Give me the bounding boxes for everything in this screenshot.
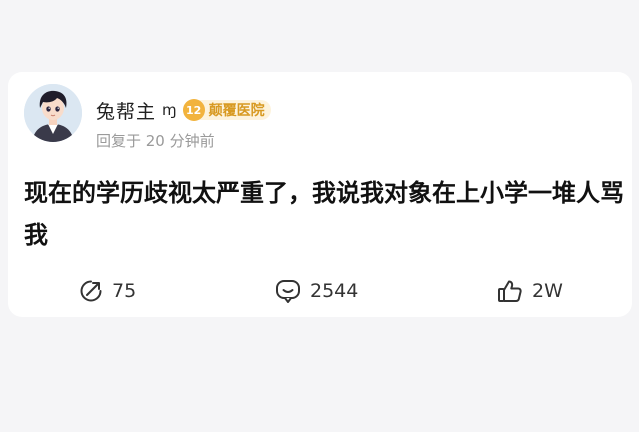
level-badge[interactable]: 12 颠覆医院 <box>182 99 271 121</box>
page: 兔帮主 ɱ 12 颠覆医院 回复于 20 分钟前 现在的学历歧视太严重了，我说我… <box>0 0 639 432</box>
badge-level: 12 <box>182 99 205 121</box>
username-suffix-icon: ɱ <box>162 101 177 119</box>
thumbs-up-icon <box>496 278 524 304</box>
comment-count: 2544 <box>310 280 359 302</box>
comment-button[interactable]: 2544 <box>274 274 358 308</box>
user-line: 兔帮主 ɱ 12 颠覆医院 <box>96 97 271 124</box>
post-meta: 回复于 20 分钟前 <box>96 132 215 150</box>
action-bar: 75 2544 2W <box>8 274 632 308</box>
comment-icon <box>274 278 302 304</box>
post-card[interactable]: 兔帮主 ɱ 12 颠覆医院 回复于 20 分钟前 现在的学历歧视太严重了，我说我… <box>8 72 632 317</box>
share-button[interactable]: 75 <box>78 274 136 308</box>
avatar-image <box>24 84 82 142</box>
avatar[interactable] <box>24 84 82 142</box>
share-count: 75 <box>112 280 137 302</box>
username[interactable]: 兔帮主 <box>96 97 156 124</box>
badge-name: 颠覆医院 <box>208 103 265 119</box>
post-content: 现在的学历歧视太严重了，我说我对象在上小学一堆人骂我 <box>24 179 624 249</box>
like-count: 2W <box>532 280 563 302</box>
share-icon <box>78 278 104 304</box>
like-button[interactable]: 2W <box>496 274 563 308</box>
